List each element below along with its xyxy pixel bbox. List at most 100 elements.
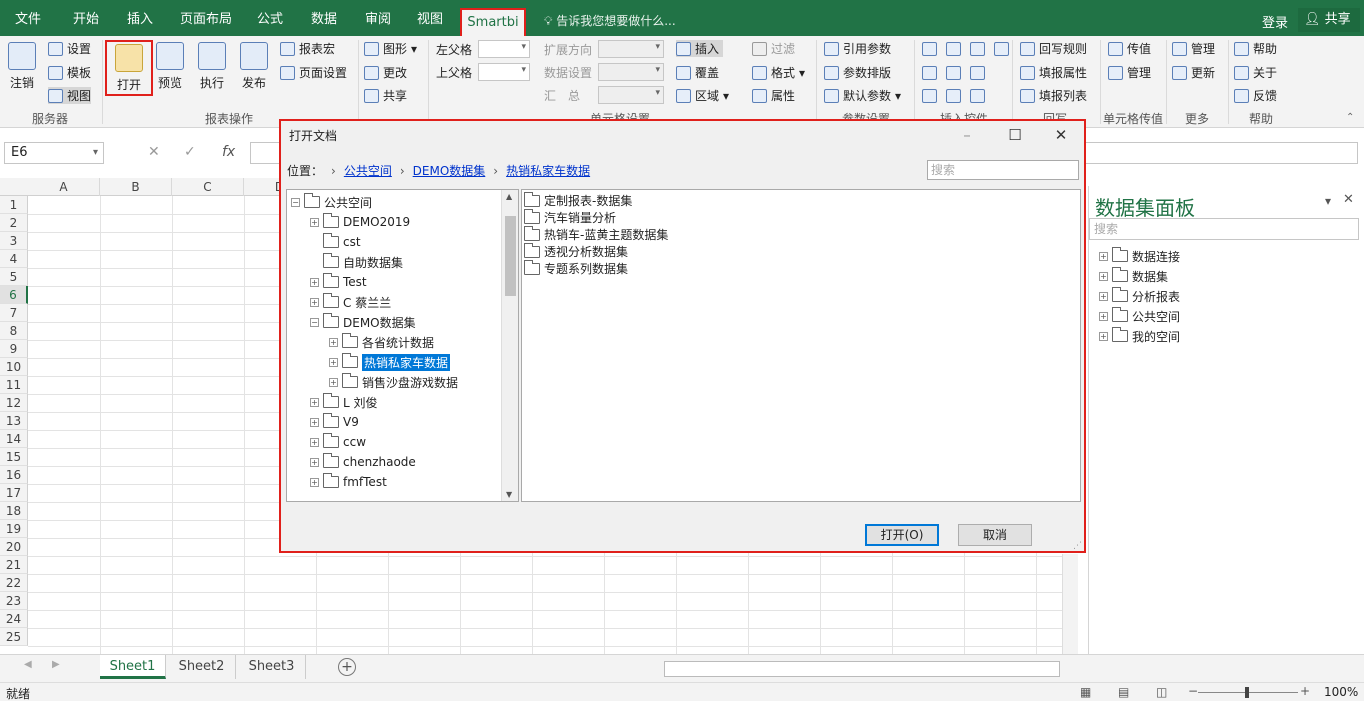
panel-menu-icon[interactable]: ▾ [1325,194,1331,208]
share-chart-button[interactable]: 共享 [364,87,407,104]
close-dialog-icon[interactable]: ✕ [1041,123,1081,147]
settings-button[interactable]: 设置 [48,40,91,57]
row-header[interactable]: 4 [0,250,28,268]
row-header[interactable]: 1 [0,196,28,214]
share-button[interactable]: 👤︎ 共享 [1298,8,1360,32]
normal-view-icon[interactable]: ▦ [1080,685,1091,699]
tab-page-layout[interactable]: 页面布局 [176,0,236,36]
pass-value-button[interactable]: 传值 [1108,40,1151,57]
expand-icon[interactable]: + [310,477,319,487]
expand-icon[interactable]: + [329,337,338,347]
fill-property-button[interactable]: 填报属性 [1020,64,1087,81]
tree-node[interactable]: 自助数据集 [291,252,458,272]
page-layout-view-icon[interactable]: ▤ [1118,685,1129,699]
prev-sheet-icon[interactable]: ◀ [24,659,32,670]
text-control-icon[interactable] [970,89,985,103]
shape-button[interactable]: 图形 ▾ [364,40,417,57]
row-header[interactable]: 13 [0,412,28,430]
file-list-item[interactable]: 透视分析数据集 [524,242,668,260]
page-setup-button[interactable]: 页面设置 [280,64,347,81]
update-button[interactable]: 更新 [1172,64,1215,81]
row-header[interactable]: 11 [0,376,28,394]
ref-param-button[interactable]: 引用参数 [824,40,891,57]
tree-node[interactable]: + C 蔡兰兰 [291,292,458,312]
format-button[interactable]: 格式 ▾ [752,64,805,81]
logout-button[interactable]: 注销 [2,40,42,91]
collapse-icon[interactable]: − [291,197,300,207]
zoom-out-icon[interactable]: − [1188,684,1198,698]
row-header[interactable]: 2 [0,214,28,232]
tab-view[interactable]: 视图 [410,0,450,36]
vertical-scrollbar[interactable] [1062,554,1078,656]
open-button[interactable]: 打开 [105,40,153,96]
tree-node[interactable]: + DEMO2019 [291,212,458,232]
control-icon[interactable] [922,42,937,56]
filter-button[interactable]: 过滤 [752,40,795,57]
tree-node[interactable]: − 公共空间 [291,192,458,212]
row-header[interactable]: 14 [0,430,28,448]
feedback-button[interactable]: 反馈 [1234,87,1277,104]
expand-icon[interactable]: + [310,297,319,307]
scroll-thumb[interactable] [505,216,516,296]
row-header[interactable]: 12 [0,394,28,412]
maximize-icon[interactable]: ☐ [995,123,1035,147]
zoom-slider-handle[interactable] [1245,687,1249,698]
tree-node[interactable]: + chenzhaode [291,452,458,472]
template-button[interactable]: 模板 [48,64,91,81]
about-button[interactable]: 关于 [1234,64,1277,81]
collapse-ribbon-icon[interactable]: ⌃ [1346,112,1354,123]
breadcrumb-hot-cars[interactable]: 热销私家车数据 [506,162,590,179]
help-button[interactable]: 帮助 [1234,40,1277,57]
dialog-search-input[interactable]: 搜索 [927,160,1079,180]
row-header[interactable]: 25 [0,628,28,646]
row-header[interactable]: 19 [0,520,28,538]
expand-icon[interactable]: + [310,277,319,287]
column-b[interactable]: B [100,178,172,196]
minimize-icon[interactable]: – [947,123,987,147]
tab-smartbi[interactable]: Smartbi [460,8,526,36]
tab-data[interactable]: 数据 [304,0,344,36]
table-control-icon[interactable] [922,66,937,80]
expand-icon[interactable]: + [329,377,338,387]
row-header[interactable]: 16 [0,466,28,484]
row-header[interactable]: 10 [0,358,28,376]
expand-icon[interactable]: + [310,217,319,227]
next-sheet-icon[interactable]: ▶ [52,659,60,670]
tree-node[interactable]: + 各省统计数据 [291,332,458,352]
row-header[interactable]: 9 [0,340,28,358]
row-header[interactable]: 6 [0,286,28,304]
tab-file[interactable]: 文件 [8,0,48,36]
manage-button[interactable]: 管理 [1172,40,1215,57]
tree-node[interactable]: + ccw [291,432,458,452]
tree-item-dataset[interactable]: + 数据集 [1099,266,1180,286]
file-list-item[interactable]: 定制报表-数据集 [524,191,668,209]
row-header[interactable]: 24 [0,610,28,628]
tree-node[interactable]: − DEMO数据集 [291,312,458,332]
breadcrumb-public-space[interactable]: 公共空间 [344,162,392,179]
link-control-icon[interactable] [946,89,961,103]
row-header[interactable]: 20 [0,538,28,556]
cover-button[interactable]: 覆盖 [676,64,719,81]
sheet-tab-2[interactable]: Sheet2 [168,655,236,679]
list-control-icon[interactable] [970,42,985,56]
expand-icon[interactable]: + [310,457,319,467]
expand-icon[interactable]: + [310,417,319,427]
insert-button[interactable]: 插入 [676,40,724,57]
file-list-item[interactable]: 汽车销量分析 [524,208,668,226]
panel-search-input[interactable]: 搜索 [1089,218,1359,240]
horizontal-scrollbar[interactable] [664,661,1060,677]
column-c[interactable]: C [172,178,244,196]
open-dialog-button[interactable]: 打开(O) [865,524,939,546]
resize-control-icon[interactable] [970,66,985,80]
scroll-down-icon[interactable]: ▼ [506,490,512,499]
zoom-in-icon[interactable]: + [1300,684,1310,698]
row-header[interactable]: 23 [0,592,28,610]
report-macro-button[interactable]: 报表宏 [280,40,335,57]
login-link[interactable]: 登录 [1262,12,1288,31]
data-setting-select[interactable] [598,63,664,81]
breadcrumb-demo-dataset[interactable]: DEMO数据集 [413,162,486,179]
tree-item-my-space[interactable]: + 我的空间 [1099,326,1180,346]
writeback-rule-button[interactable]: 回写规则 [1020,40,1087,57]
row-header[interactable]: 17 [0,484,28,502]
tab-review[interactable]: 审阅 [358,0,398,36]
